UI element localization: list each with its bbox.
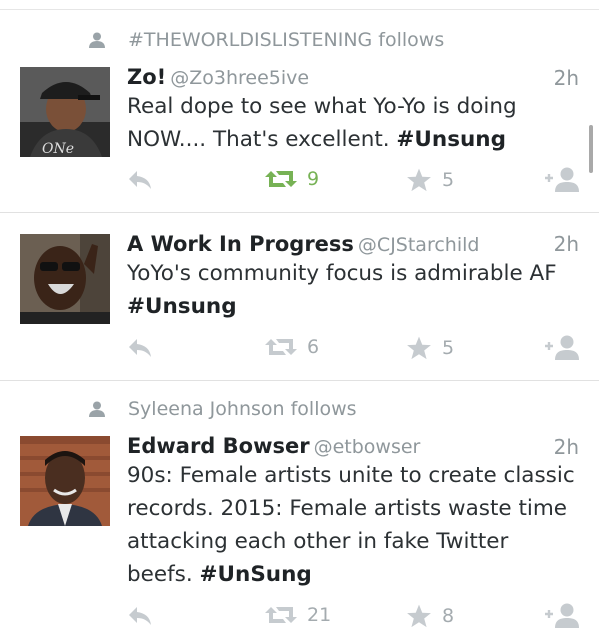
retweet-button[interactable]: 6 bbox=[265, 334, 319, 360]
add-user-icon bbox=[545, 335, 579, 360]
star-icon bbox=[407, 604, 431, 628]
social-context: Syleena Johnson follows bbox=[88, 397, 357, 421]
author-handle[interactable]: @Zo3hree5ive bbox=[170, 67, 309, 89]
avatar-image bbox=[20, 234, 110, 324]
tweet-header: A Work In Progress @CJStarchild bbox=[127, 231, 479, 258]
tweet-text: YoYo's community focus is admirable AF #… bbox=[127, 257, 577, 323]
reply-button[interactable] bbox=[127, 604, 153, 628]
retweet-count: 21 bbox=[307, 604, 332, 626]
tweet-text: 90s: Female artists unite to create clas… bbox=[127, 459, 577, 591]
tweet-text: Real dope to see what Yo-Yo is doing NOW… bbox=[127, 90, 577, 156]
scrollbar[interactable] bbox=[589, 125, 593, 173]
person-icon bbox=[89, 32, 105, 48]
author-name[interactable]: Zo! bbox=[127, 65, 166, 89]
reply-icon bbox=[129, 607, 151, 625]
person-icon bbox=[89, 401, 105, 417]
favorite-button[interactable]: 5 bbox=[406, 167, 454, 193]
favorite-count: 5 bbox=[442, 337, 455, 359]
follow-button[interactable] bbox=[544, 333, 580, 361]
top-divider bbox=[0, 9, 599, 10]
avatar[interactable] bbox=[20, 234, 110, 324]
avatar-image: ONe bbox=[20, 67, 110, 157]
author-name[interactable]: A Work In Progress bbox=[127, 232, 354, 256]
timestamp: 2h bbox=[553, 435, 579, 459]
add-user-icon bbox=[545, 603, 579, 628]
avatar[interactable] bbox=[20, 436, 110, 526]
star-icon bbox=[407, 168, 431, 192]
favorite-button[interactable]: 8 bbox=[406, 603, 454, 629]
tweet-divider bbox=[0, 380, 599, 381]
reply-icon bbox=[129, 339, 151, 357]
social-context-text: Syleena Johnson follows bbox=[128, 398, 357, 420]
svg-text:ONe: ONe bbox=[42, 141, 74, 157]
retweet-icon bbox=[265, 339, 297, 355]
social-context-text: #THEWORLDISLISTENING follows bbox=[128, 29, 445, 51]
retweet-count: 6 bbox=[307, 336, 320, 358]
retweet-button[interactable]: 21 bbox=[265, 602, 331, 628]
follow-button[interactable] bbox=[544, 165, 580, 193]
favorite-count: 8 bbox=[442, 605, 455, 627]
author-handle[interactable]: @etbowser bbox=[314, 436, 421, 458]
reply-button[interactable] bbox=[127, 168, 153, 192]
hashtag-link[interactable]: #UnSung bbox=[200, 562, 312, 587]
add-user-icon bbox=[545, 167, 579, 192]
favorite-button[interactable]: 5 bbox=[406, 335, 454, 361]
follow-button[interactable] bbox=[544, 601, 580, 629]
tweet-body: YoYo's community focus is admirable AF bbox=[127, 261, 557, 286]
tweet-header: Edward Bowser @etbowser bbox=[127, 433, 420, 460]
reply-icon bbox=[129, 171, 151, 189]
hashtag-link[interactable]: #Unsung bbox=[396, 127, 506, 152]
hashtag-link[interactable]: #Unsung bbox=[127, 294, 237, 319]
timestamp: 2h bbox=[553, 232, 579, 256]
retweet-icon bbox=[265, 607, 297, 623]
tweet-divider bbox=[0, 212, 599, 213]
star-icon bbox=[407, 336, 431, 360]
avatar-image bbox=[20, 436, 110, 526]
retweet-icon bbox=[265, 171, 297, 187]
retweet-count: 9 bbox=[307, 168, 320, 190]
author-handle[interactable]: @CJStarchild bbox=[358, 234, 480, 256]
tweet-body: 90s: Female artists unite to create clas… bbox=[127, 463, 575, 587]
tweet-header: Zo! @Zo3hree5ive bbox=[127, 64, 309, 91]
reply-button[interactable] bbox=[127, 336, 153, 360]
retweet-button[interactable]: 9 bbox=[265, 166, 319, 192]
author-name[interactable]: Edward Bowser bbox=[127, 434, 310, 458]
avatar[interactable]: ONe bbox=[20, 67, 110, 157]
favorite-count: 5 bbox=[442, 169, 455, 191]
timestamp: 2h bbox=[553, 66, 579, 90]
social-context: #THEWORLDISLISTENING follows bbox=[88, 28, 444, 52]
